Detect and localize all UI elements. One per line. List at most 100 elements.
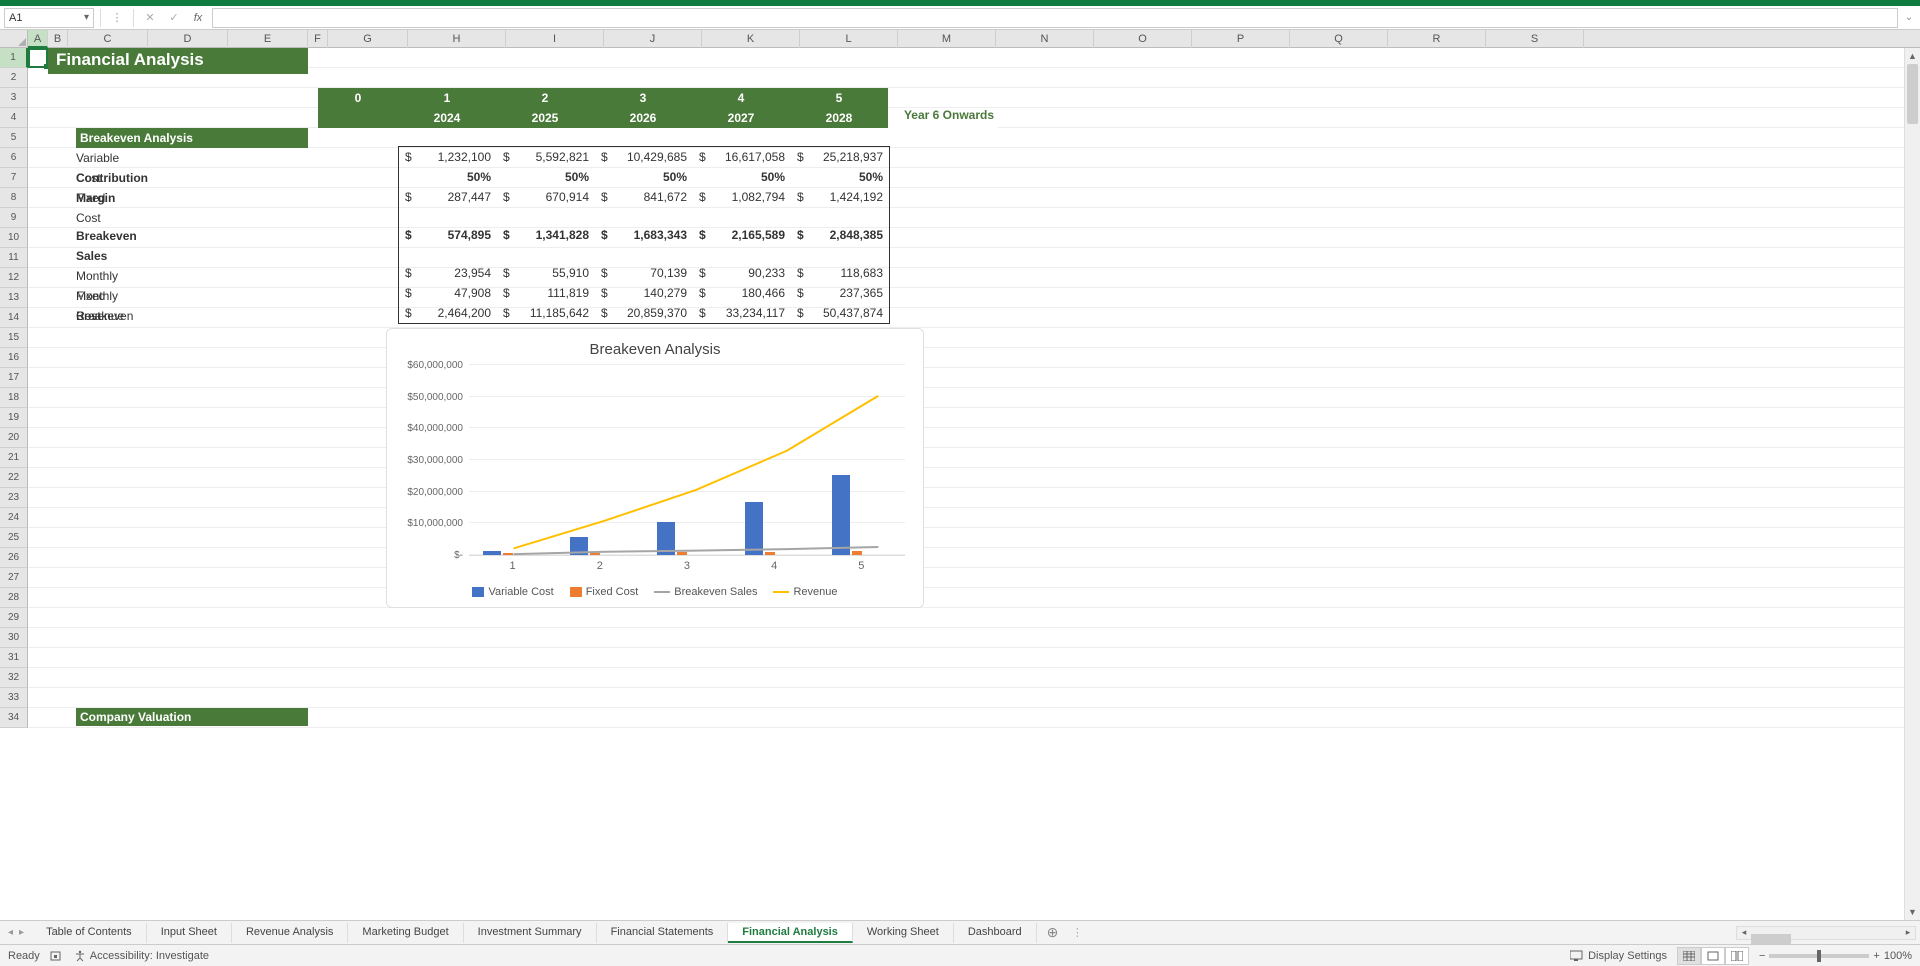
row-header[interactable]: 19 (0, 408, 28, 428)
row-header[interactable]: 8 (0, 188, 28, 208)
hscroll-left-icon[interactable]: ◂ (1737, 927, 1751, 938)
view-normal-button[interactable] (1677, 947, 1701, 965)
row-header[interactable]: 34 (0, 708, 28, 728)
column-header[interactable]: I (506, 30, 604, 48)
sheet-tab[interactable]: Revenue Analysis (232, 923, 348, 943)
row-header[interactable]: 10 (0, 228, 28, 248)
vertical-scrollbar[interactable]: ▲ ▼ (1904, 48, 1920, 920)
column-header[interactable]: D (148, 30, 228, 48)
row-header[interactable]: 21 (0, 448, 28, 468)
view-page-break-button[interactable] (1725, 947, 1749, 965)
row-header[interactable]: 1 (0, 48, 28, 68)
row-header[interactable]: 20 (0, 428, 28, 448)
period-header-row: 012345 (318, 88, 888, 108)
zoom-in-button[interactable]: + (1873, 950, 1879, 962)
column-header[interactable]: H (408, 30, 506, 48)
hscroll-right-icon[interactable]: ▸ (1901, 927, 1915, 938)
hscroll-thumb[interactable] (1751, 934, 1791, 944)
row-header[interactable]: 14 (0, 308, 28, 328)
column-header[interactable]: E (228, 30, 308, 48)
column-header[interactable]: G (328, 30, 408, 48)
breakeven-chart[interactable]: Breakeven Analysis $-$10,000,000$20,000,… (386, 328, 924, 608)
column-header[interactable]: P (1192, 30, 1290, 48)
sheet-tab[interactable]: Investment Summary (464, 923, 597, 943)
row-header[interactable]: 9 (0, 208, 28, 228)
row-header[interactable]: 18 (0, 388, 28, 408)
add-sheet-button[interactable]: ⊕ (1037, 921, 1069, 944)
row-header[interactable]: 28 (0, 588, 28, 608)
row-header[interactable]: 24 (0, 508, 28, 528)
row-header[interactable]: 26 (0, 548, 28, 568)
scroll-up-icon[interactable]: ▲ (1905, 48, 1920, 64)
sheet-tab[interactable]: Working Sheet (853, 923, 954, 943)
row-header[interactable]: 17 (0, 368, 28, 388)
scroll-down-icon[interactable]: ▼ (1905, 904, 1920, 920)
row-header[interactable]: 27 (0, 568, 28, 588)
fx-icon[interactable]: fx (188, 9, 208, 27)
row-header[interactable]: 30 (0, 628, 28, 648)
tab-next-icon[interactable]: ▸ (17, 927, 26, 938)
data-cell: $1,341,828 (497, 225, 595, 245)
row-header[interactable]: 7 (0, 168, 28, 188)
zoom-out-button[interactable]: − (1759, 950, 1765, 962)
sheet-tab[interactable]: Dashboard (954, 923, 1037, 943)
row-header[interactable]: 12 (0, 268, 28, 288)
row-header[interactable]: 29 (0, 608, 28, 628)
row-header[interactable]: 33 (0, 688, 28, 708)
row-header[interactable]: 5 (0, 128, 28, 148)
tab-prev-icon[interactable]: ◂ (6, 927, 15, 938)
name-box-more-icon[interactable]: ⋮ (107, 9, 127, 27)
row-header[interactable]: 2 (0, 68, 28, 88)
tabs-more-icon[interactable]: ⋮ (1068, 926, 1086, 939)
column-header[interactable]: B (48, 30, 68, 48)
formula-expand-icon[interactable]: ⌄ (1902, 12, 1916, 23)
tabs-navigation[interactable]: ◂ ▸ (0, 927, 32, 938)
row-header[interactable]: 25 (0, 528, 28, 548)
accessibility-status[interactable]: Accessibility: Investigate (74, 950, 209, 962)
column-header[interactable]: O (1094, 30, 1192, 48)
column-header[interactable]: M (898, 30, 996, 48)
row-header[interactable]: 15 (0, 328, 28, 348)
horizontal-scrollbar[interactable]: ◂ ▸ (1736, 926, 1916, 940)
row-header[interactable]: 6 (0, 148, 28, 168)
sheet-tab[interactable]: Financial Analysis (728, 923, 853, 943)
row-header[interactable]: 13 (0, 288, 28, 308)
year-header-cell: 2025 (496, 108, 594, 128)
display-settings-button[interactable]: Display Settings (1570, 950, 1667, 962)
select-all-corner[interactable] (0, 30, 28, 48)
formula-input[interactable] (212, 8, 1898, 28)
row-header[interactable]: 4 (0, 108, 28, 128)
column-header[interactable]: J (604, 30, 702, 48)
column-header[interactable]: N (996, 30, 1094, 48)
row-header[interactable]: 16 (0, 348, 28, 368)
row-header[interactable]: 32 (0, 668, 28, 688)
row-header[interactable]: 3 (0, 88, 28, 108)
sheet-tab[interactable]: Table of Contents (32, 923, 147, 943)
row-header[interactable]: 11 (0, 248, 28, 268)
row-header[interactable]: 31 (0, 648, 28, 668)
column-header[interactable]: A (28, 30, 48, 48)
name-box[interactable]: A1 ▾ (4, 8, 94, 28)
column-header[interactable]: F (308, 30, 328, 48)
macro-record-icon[interactable] (50, 949, 64, 963)
section-header-valuation: Company Valuation (76, 708, 308, 726)
worksheet-grid[interactable]: ABCDEFGHIJKLMNOPQRS 12345678910111213141… (0, 30, 1920, 920)
view-page-layout-button[interactable] (1701, 947, 1725, 965)
row-header[interactable]: 23 (0, 488, 28, 508)
scroll-thumb[interactable] (1907, 64, 1918, 124)
cancel-icon[interactable]: ✕ (140, 9, 160, 27)
column-header[interactable]: Q (1290, 30, 1388, 48)
enter-icon[interactable]: ✓ (164, 9, 184, 27)
column-header[interactable]: C (68, 30, 148, 48)
column-header[interactable]: S (1486, 30, 1584, 48)
zoom-slider[interactable] (1769, 954, 1869, 958)
column-header[interactable]: R (1388, 30, 1486, 48)
sheet-tab[interactable]: Input Sheet (147, 923, 232, 943)
column-header[interactable]: L (800, 30, 898, 48)
chevron-down-icon[interactable]: ▾ (84, 12, 89, 23)
column-header[interactable]: K (702, 30, 800, 48)
zoom-level[interactable]: 100% (1884, 950, 1912, 962)
sheet-tab[interactable]: Marketing Budget (348, 923, 463, 943)
row-header[interactable]: 22 (0, 468, 28, 488)
sheet-tab[interactable]: Financial Statements (597, 923, 729, 943)
